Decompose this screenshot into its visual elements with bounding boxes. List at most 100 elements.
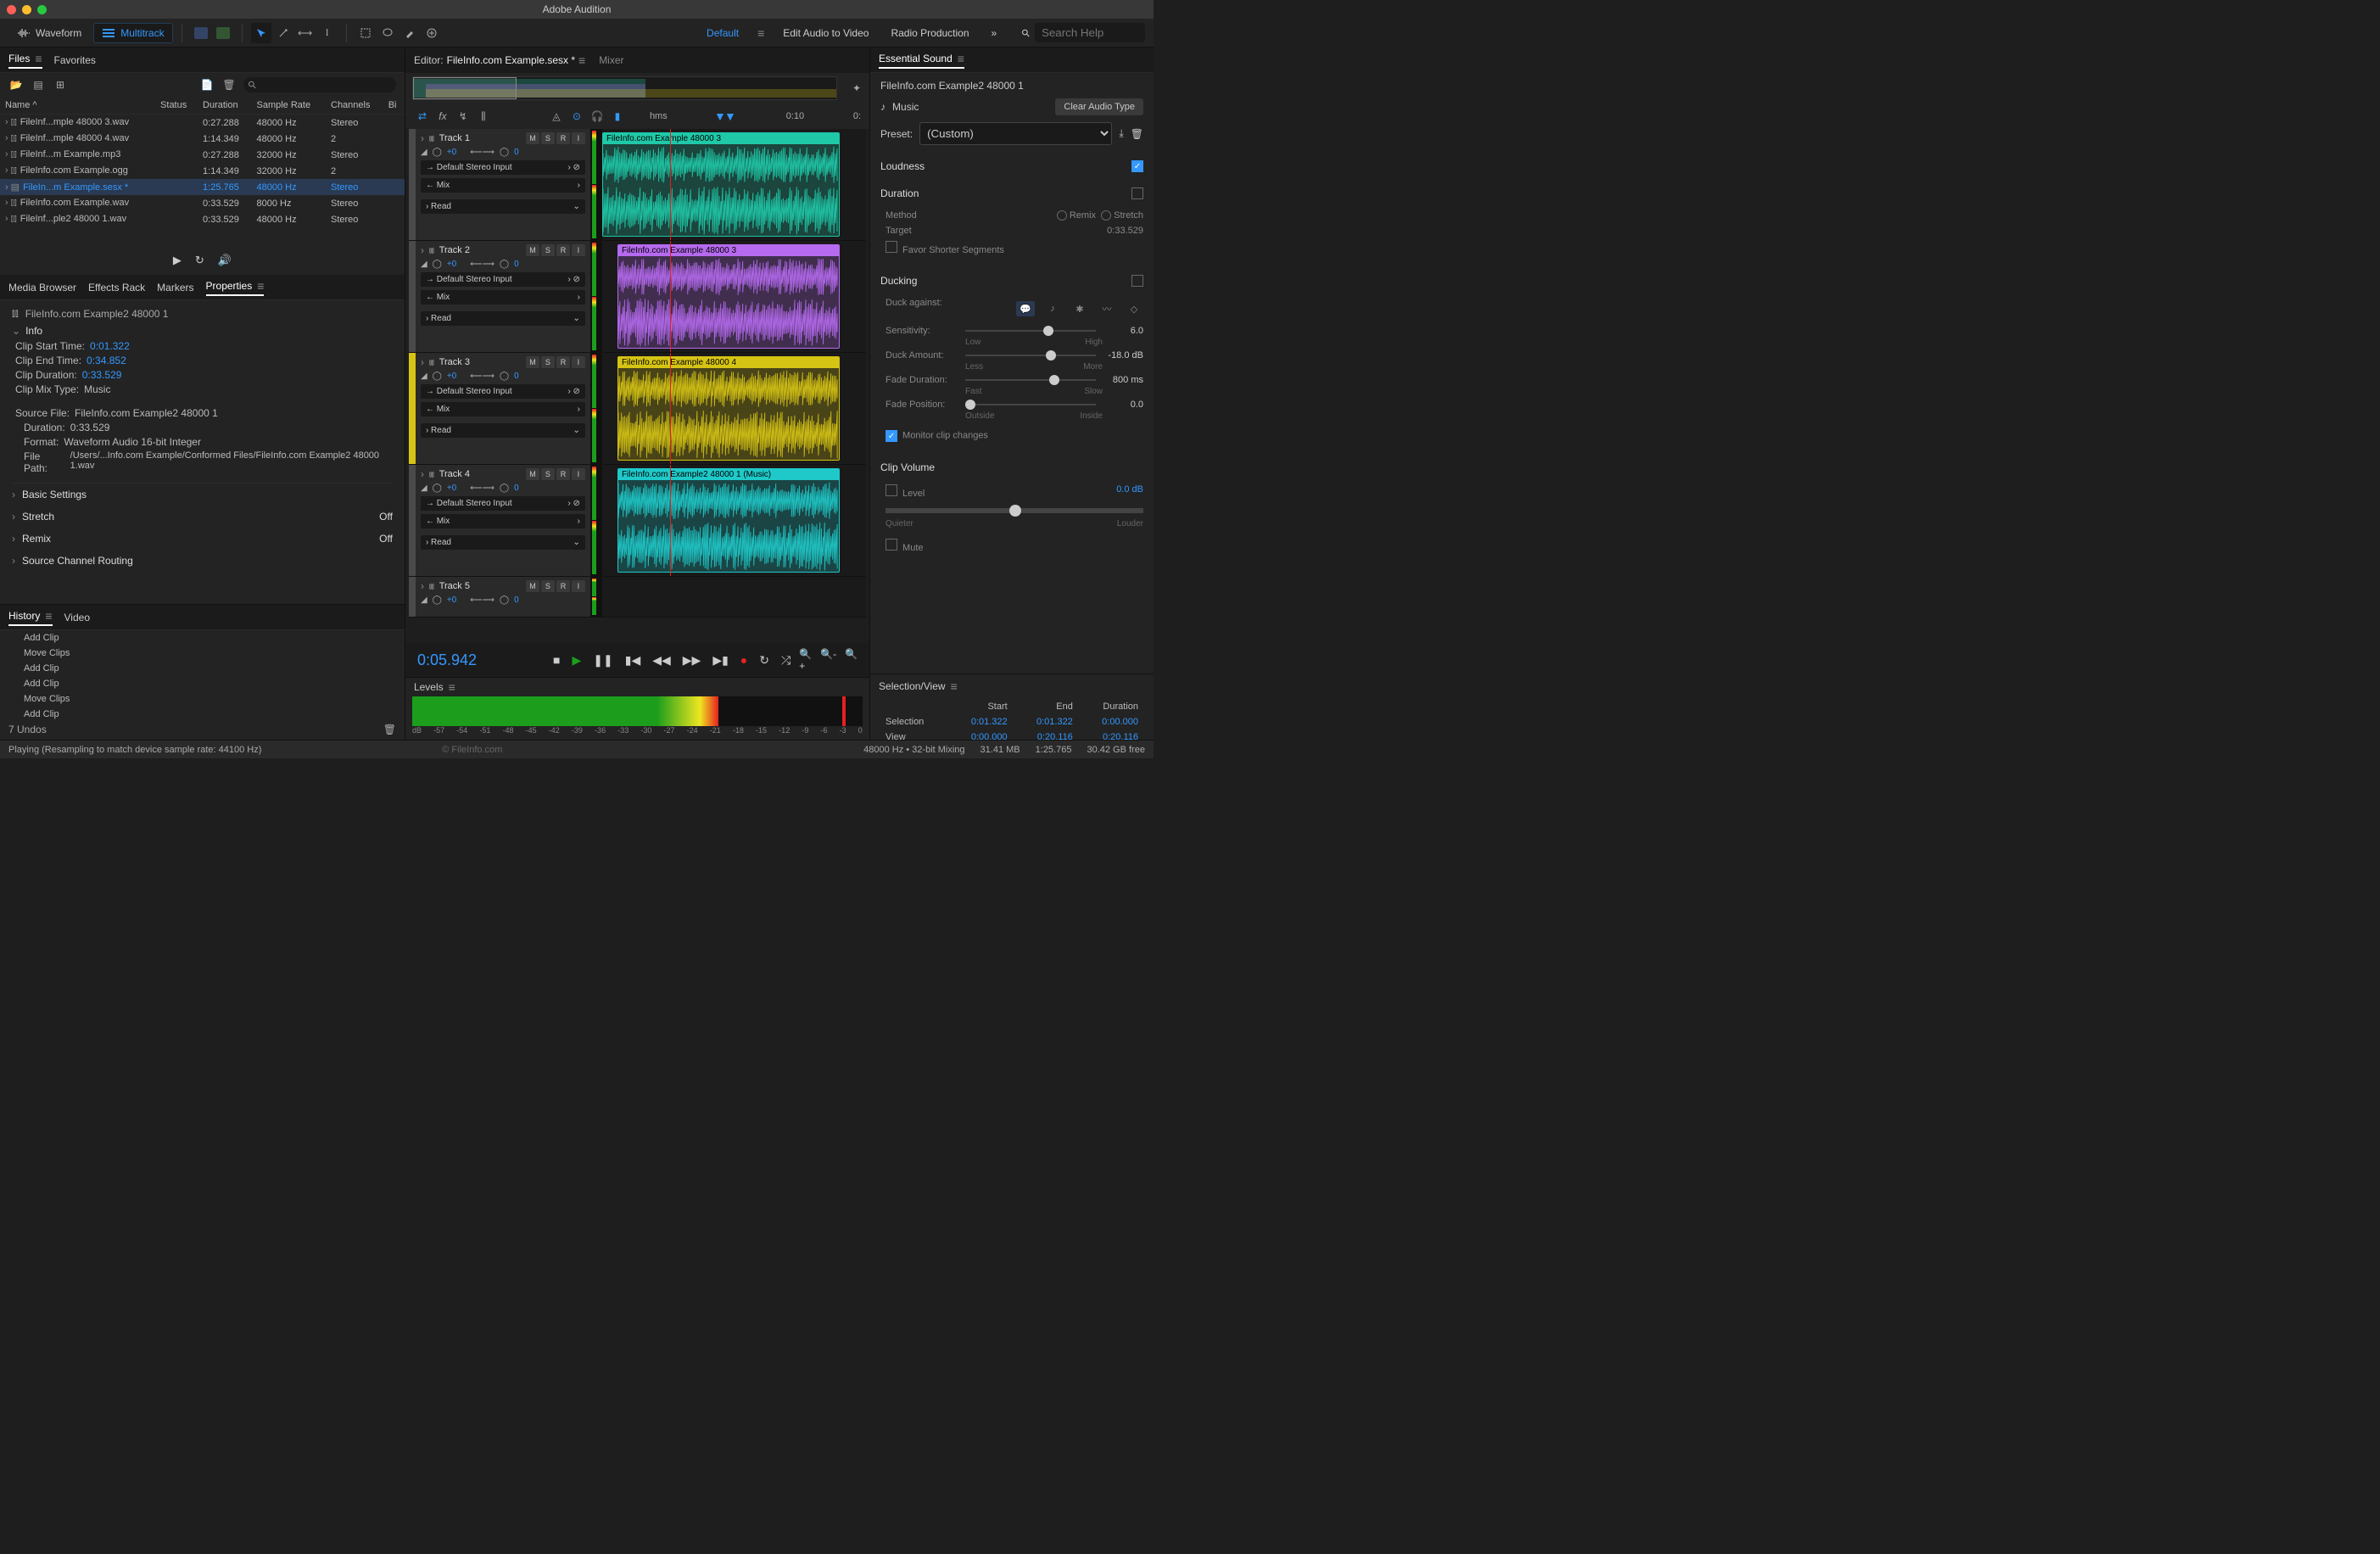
editor-menu-icon[interactable]: ≡ — [578, 53, 585, 67]
automation-mode-dropdown[interactable]: › Read⌄ — [421, 311, 585, 326]
track-pan[interactable]: 0 — [514, 484, 519, 493]
playhead[interactable] — [670, 129, 671, 240]
volume-dial-icon[interactable]: ◯ — [433, 148, 442, 157]
waveform-mode-button[interactable]: Waveform — [8, 23, 90, 43]
col-bitdepth[interactable]: Bi — [383, 97, 405, 115]
track-name[interactable]: Track 4 — [439, 469, 521, 479]
multitrack-mode-button[interactable]: Multitrack — [93, 23, 172, 43]
level-checkbox[interactable] — [886, 484, 897, 496]
effects-icon[interactable]: ✦ — [844, 82, 869, 94]
monitor-input-button[interactable]: I — [572, 580, 585, 592]
play-button[interactable]: ▶ — [572, 653, 581, 668]
spot-healing-tool[interactable] — [422, 23, 442, 43]
output-dropdown[interactable]: ← Mix› — [421, 290, 585, 305]
arm-record-button[interactable]: R — [556, 356, 570, 368]
markers-tab[interactable]: Markers — [157, 282, 193, 293]
duck-sfx-icon[interactable]: ✱ — [1070, 301, 1089, 316]
workspace-more[interactable]: » — [988, 24, 1001, 42]
playhead-time[interactable]: 0:05.942 — [417, 651, 477, 669]
pan-dial-icon[interactable]: ◯ — [500, 595, 509, 605]
razor-tool[interactable] — [273, 23, 293, 43]
history-trash-icon[interactable]: 🗑 — [383, 724, 396, 735]
track-color-strip[interactable] — [409, 577, 416, 617]
arm-record-button[interactable]: R — [556, 580, 570, 592]
track-volume[interactable]: +0 — [447, 148, 456, 157]
col-status[interactable]: Status — [155, 97, 198, 115]
trash-icon[interactable]: 🗑 — [221, 77, 237, 92]
chevron-down-icon[interactable]: ⌄ — [12, 325, 20, 337]
play-button[interactable]: ▶ — [173, 254, 182, 267]
expand-track-icon[interactable]: › — [421, 132, 424, 144]
new-multitrack-icon[interactable]: ⊞ — [53, 77, 68, 92]
move-tool[interactable] — [251, 23, 271, 43]
col-sample-rate[interactable]: Sample Rate — [252, 97, 327, 115]
rewind-button[interactable]: ◀◀ — [652, 653, 671, 668]
expand-track-icon[interactable]: › — [421, 356, 424, 368]
loop-button[interactable]: ↻ — [195, 254, 204, 267]
track-volume[interactable]: +0 — [447, 260, 456, 269]
input-dropdown[interactable]: → Default Stereo Input› ⊘ — [421, 160, 585, 175]
insert-clip-icon[interactable]: 📄 — [199, 77, 215, 92]
monitor-input-icon[interactable]: 🎧 — [589, 108, 606, 125]
brush-tool[interactable] — [399, 23, 420, 43]
favor-shorter-checkbox[interactable] — [886, 241, 897, 253]
history-item[interactable]: Move Clips — [0, 691, 405, 707]
solo-button[interactable]: S — [541, 468, 555, 480]
clear-audio-type-button[interactable]: Clear Audio Type — [1055, 98, 1143, 115]
remix-radio[interactable] — [1057, 210, 1067, 221]
automation-mode-dropdown[interactable]: › Read⌄ — [421, 199, 585, 214]
playhead[interactable] — [670, 241, 671, 352]
properties-tab[interactable]: Properties ≡ — [206, 279, 265, 296]
video-tab[interactable]: Video — [64, 612, 90, 623]
clip-volume-slider[interactable] — [886, 508, 1143, 513]
audio-clip[interactable]: FileInfo.com Example 48000 3 — [617, 244, 840, 349]
pan-dial-icon[interactable]: ◯ — [500, 260, 509, 269]
automation-mode-dropdown[interactable]: › Read⌄ — [421, 423, 585, 438]
pan-dial-icon[interactable]: ◯ — [500, 484, 509, 493]
input-dropdown[interactable]: → Default Stereo Input› ⊘ — [421, 272, 585, 287]
files-tab[interactable]: Files ≡ — [8, 52, 42, 69]
history-item[interactable]: Move Clips — [0, 646, 405, 661]
mute-checkbox[interactable] — [886, 539, 897, 551]
level-value[interactable]: 0.0 dB — [1116, 484, 1143, 499]
minimize-window-button[interactable] — [22, 5, 31, 14]
stop-button[interactable]: ■ — [553, 653, 560, 667]
file-row[interactable]: ›⫾⫾FileInfo.com Example.ogg1:14.34932000… — [0, 163, 405, 179]
file-row[interactable]: ›⫾⫾FileInf...mple 48000 3.wav0:27.288480… — [0, 115, 405, 131]
solo-button[interactable]: S — [541, 580, 555, 592]
track-name[interactable]: Track 1 — [439, 133, 521, 143]
track-pan[interactable]: 0 — [514, 148, 519, 157]
clip-end-time[interactable]: 0:34.852 — [87, 355, 126, 366]
volume-dial-icon[interactable]: ◯ — [433, 372, 442, 381]
track-content[interactable]: FileInfo.com Example 48000 3 — [602, 129, 866, 240]
expand-track-icon[interactable]: › — [421, 580, 424, 592]
skip-selection-button[interactable]: ⤮ — [781, 653, 791, 668]
track-content[interactable]: FileInfo.com Example2 48000 1 (Music) — [602, 465, 866, 576]
audio-clip[interactable]: FileInfo.com Example2 48000 1 (Music) — [617, 468, 840, 573]
preset-select[interactable]: (Custom) — [919, 122, 1112, 145]
zoom-out-icon[interactable]: 🔍- — [820, 648, 836, 672]
effects-rack-tab[interactable]: Effects Rack — [88, 282, 145, 293]
arm-record-button[interactable]: R — [556, 132, 570, 144]
file-row[interactable]: ›⫾⫾FileInf...mple 48000 4.wav1:14.349480… — [0, 131, 405, 147]
clip-start-time[interactable]: 0:01.322 — [90, 340, 130, 352]
playhead[interactable] — [670, 465, 671, 576]
scroll-icon[interactable]: ▮ — [609, 108, 626, 125]
track-content[interactable] — [602, 577, 866, 617]
fx-icon[interactable]: fx — [434, 108, 451, 125]
levels-menu-icon[interactable]: ≡ — [449, 680, 455, 694]
automation-mode-dropdown[interactable]: › Read⌄ — [421, 535, 585, 550]
toggle-loop-icon[interactable]: ⇄ — [414, 108, 431, 125]
overview-navigator[interactable] — [412, 76, 837, 100]
col-duration[interactable]: Duration — [198, 97, 251, 115]
mute-button[interactable]: M — [526, 132, 539, 144]
track-volume[interactable]: +0 — [447, 484, 456, 493]
volume-dial-icon[interactable]: ◯ — [433, 484, 442, 493]
close-window-button[interactable] — [7, 5, 16, 14]
duck-unassigned-icon[interactable]: ◇ — [1125, 301, 1143, 316]
essential-sound-tab[interactable]: Essential Sound ≡ — [879, 52, 964, 69]
go-to-end-button[interactable]: ▶▮ — [712, 653, 728, 668]
workspace-menu-icon[interactable]: ≡ — [757, 26, 764, 40]
selection-end[interactable]: 0:01.322 — [1014, 715, 1078, 729]
arm-record-button[interactable]: R — [556, 468, 570, 480]
